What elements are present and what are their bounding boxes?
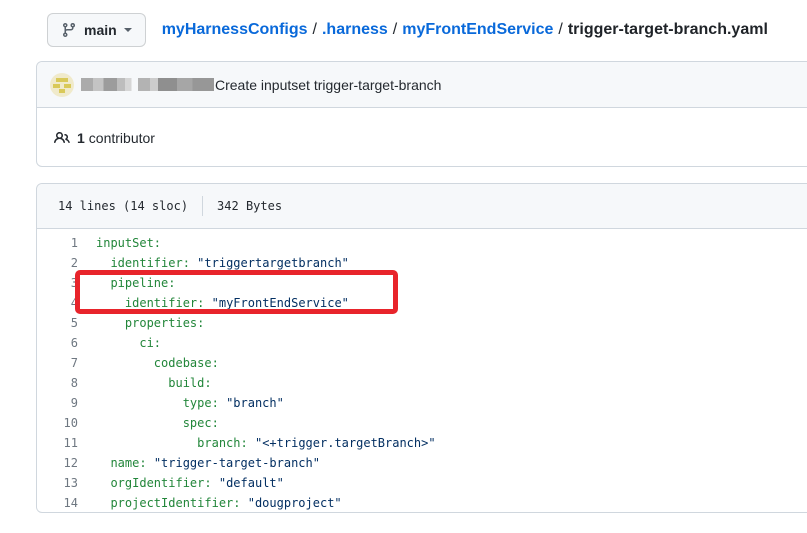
code-lines: 1inputSet:2 identifier: "triggertargetbr… [37,233,807,513]
code-line-text: name: "trigger-target-branch" [78,453,320,473]
code-line: 7 codebase: [37,353,807,373]
line-number[interactable]: 12 [37,453,78,473]
commit-author-name-redacted[interactable] [81,78,214,91]
breadcrumb-separator: / [313,21,317,38]
divider [202,196,203,216]
git-branch-icon [61,22,77,38]
code-line-text: build: [78,373,212,393]
code-line: 9 type: "branch" [37,393,807,413]
line-number[interactable]: 14 [37,493,78,513]
code-line-text: branch: "<+trigger.targetBranch>" [78,433,436,453]
code-line-text: projectIdentifier: "dougproject" [78,493,342,513]
line-number[interactable]: 7 [37,353,78,373]
line-number[interactable]: 9 [37,393,78,413]
code-line-text: spec: [78,413,219,433]
code-line: 13 orgIdentifier: "default" [37,473,807,493]
line-number[interactable]: 4 [37,293,78,313]
contributors-link[interactable]: 1 contributor [37,108,807,168]
code-line: 8 build: [37,373,807,393]
code-line: 4 identifier: "myFrontEndService" [37,293,807,313]
code-line-text: identifier: "triggertargetbranch" [78,253,349,273]
code-line-text: orgIdentifier: "default" [78,473,284,493]
code-line: 14 projectIdentifier: "dougproject" [37,493,807,513]
code-line: 11 branch: "<+trigger.targetBranch>" [37,433,807,453]
file-info-header: 14 lines (14 sloc) 342 Bytes [37,184,807,229]
breadcrumb-link[interactable]: .harness [322,21,388,38]
code-line: 5 properties: [37,313,807,333]
branch-selector-label: main [84,22,117,38]
contributor-count: 1 [77,130,85,146]
people-icon [54,130,77,146]
code-line-text: identifier: "myFrontEndService" [78,293,349,313]
contributor-label: contributor [89,130,155,146]
code-line: 1inputSet: [37,233,807,253]
breadcrumb-separator: / [393,21,397,38]
breadcrumb-separator: / [558,21,562,38]
commit-author-avatar[interactable] [50,73,74,97]
line-number[interactable]: 1 [37,233,78,253]
code-line: 10 spec: [37,413,807,433]
line-number[interactable]: 6 [37,333,78,353]
branch-selector-button[interactable]: main [47,13,146,47]
code-line: 6 ci: [37,333,807,353]
file-navigation-bar: main myHarnessConfigs / .harness / myFrontEn… [47,13,807,47]
code-line-text: inputSet: [78,233,161,253]
line-number[interactable]: 2 [37,253,78,273]
breadcrumb: myHarnessConfigs / .harness / myFrontEndServ… [162,21,768,39]
file-content-box: 14 lines (14 sloc) 342 Bytes 1inputSet:2… [36,183,807,513]
line-number[interactable]: 3 [37,273,78,293]
code-line-text: properties: [78,313,204,333]
code-line: 2 identifier: "triggertargetbranch" [37,253,807,273]
code-line-text: codebase: [78,353,219,373]
commit-header: Create inputset trigger-target-branch [37,62,807,108]
latest-commit-box: Create inputset trigger-target-branch 1 … [36,61,807,167]
line-number[interactable]: 10 [37,413,78,433]
code-line: 3 pipeline: [37,273,807,293]
breadcrumb-current-file: trigger-target-branch.yaml [568,21,768,38]
code-line-text: pipeline: [78,273,175,293]
line-number[interactable]: 11 [37,433,78,453]
chevron-down-icon [124,28,132,36]
code-line-text: ci: [78,333,161,353]
code-line-text: type: "branch" [78,393,284,413]
line-number[interactable]: 5 [37,313,78,333]
line-number[interactable]: 8 [37,373,78,393]
commit-message-link[interactable]: Create inputset trigger-target-branch [215,77,441,93]
breadcrumb-link[interactable]: myFrontEndService [402,21,553,38]
breadcrumb-link[interactable]: myHarnessConfigs [162,21,308,38]
line-number[interactable]: 13 [37,473,78,493]
code-line: 12 name: "trigger-target-branch" [37,453,807,473]
code-viewer: 1inputSet:2 identifier: "triggertargetbr… [37,229,807,519]
file-size-info: 342 Bytes [217,199,282,213]
file-lines-info: 14 lines (14 sloc) [58,199,188,213]
